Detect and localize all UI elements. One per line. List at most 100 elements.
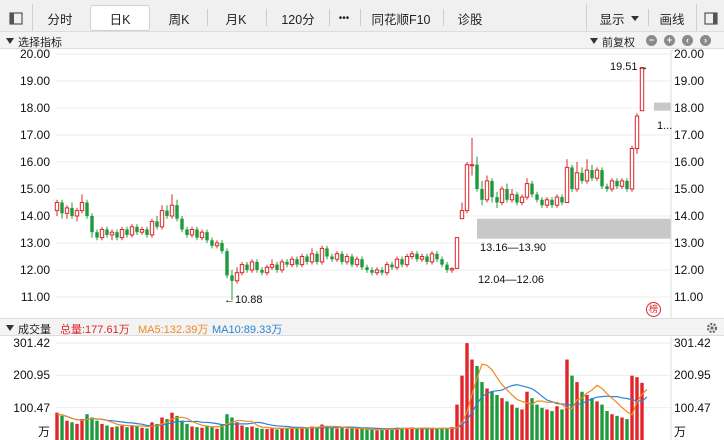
volume-bar: [355, 429, 359, 440]
rank-badge[interactable]: 榜: [646, 302, 661, 317]
volume-bar: [120, 424, 124, 440]
candle: [554, 194, 560, 208]
chevron-down-icon[interactable]: [590, 38, 598, 44]
volume-bar: [170, 412, 174, 440]
candle: [619, 178, 625, 189]
volume-bar: [130, 425, 134, 440]
volume-tick-label: 100.47: [674, 400, 711, 415]
candle: [289, 256, 295, 268]
candle: [469, 137, 475, 176]
volume-bar: [95, 420, 99, 440]
candlestick-chart[interactable]: [0, 50, 724, 318]
candle: [165, 205, 169, 219]
candle: [245, 261, 249, 273]
candle: [515, 191, 519, 206]
volume-bar: [180, 420, 184, 440]
zoom-in-icon[interactable]: +: [664, 35, 675, 46]
candle: [105, 226, 109, 238]
volume-bar: [340, 427, 344, 440]
volume-bar: [215, 428, 219, 440]
candle: [524, 178, 530, 200]
price-tick-label: 20.00: [674, 47, 705, 61]
candle: [199, 229, 205, 241]
candle: [330, 253, 334, 262]
volume-bar: [90, 417, 94, 440]
volume-bar: [85, 414, 89, 440]
tab-daily-k[interactable]: 日K: [90, 5, 150, 31]
tab-intraday[interactable]: 分时: [36, 5, 84, 31]
candle: [189, 226, 195, 238]
price-tick-label: 13.00: [19, 236, 50, 250]
volume-bar: [65, 420, 69, 440]
volume-header: 成交量 总量:177.61万 MA5:132.39万 MA10:89.33万: [0, 318, 724, 336]
window-icon[interactable]: [4, 5, 28, 31]
gap-zone-high: [654, 102, 671, 111]
zoom-out-icon[interactable]: −: [646, 35, 657, 46]
tab-weekly-k[interactable]: 周K: [153, 5, 205, 31]
volume-bar: [435, 428, 439, 440]
candle: [145, 226, 149, 238]
low-price-label: ←10.88: [224, 294, 263, 306]
volume-bar: [515, 407, 519, 440]
volume-bar: [250, 426, 254, 440]
candle: [334, 251, 340, 262]
volume-bar: [350, 427, 354, 440]
tab-f10[interactable]: 同花顺F10: [362, 5, 440, 31]
price-adjust-toggle[interactable]: 前复权: [602, 34, 635, 50]
candle: [580, 167, 584, 184]
window-icon[interactable]: [700, 5, 722, 31]
volume-indicator-label[interactable]: 成交量: [18, 321, 51, 337]
volume-unit-label: 万: [37, 425, 50, 439]
volume-bar: [420, 429, 424, 440]
candle: [639, 67, 645, 112]
draw-line-button[interactable]: 画线: [652, 5, 692, 31]
volume-bar: [290, 427, 294, 440]
candle: [85, 199, 89, 219]
candle: [445, 261, 449, 273]
candle: [149, 218, 155, 238]
volume-chart[interactable]: [0, 337, 724, 440]
candle: [325, 245, 329, 260]
volume-tick-label: 200.95: [13, 368, 50, 383]
price-tick-label: 15.00: [674, 182, 705, 196]
volume-bar: [640, 382, 644, 440]
volume-bar: [75, 423, 79, 440]
ma10-volume: MA10:89.33万: [212, 324, 283, 336]
volume-bar: [575, 382, 579, 440]
volume-bar: [135, 425, 139, 440]
price-tick-label: 15.00: [19, 182, 50, 196]
price-tick-label: 19.00: [674, 74, 705, 88]
candle: [590, 164, 594, 181]
volume-bar: [300, 427, 304, 440]
candle: [634, 113, 640, 154]
price-tick-label: 18.00: [19, 101, 50, 115]
tab-monthly-k[interactable]: 月K: [210, 5, 262, 31]
gear-icon[interactable]: [706, 322, 718, 334]
candle: [370, 267, 374, 276]
candle: [490, 178, 494, 203]
volume-bar: [185, 423, 189, 440]
volume-unit-label: 万: [674, 425, 687, 439]
candle: [540, 197, 544, 208]
candle: [64, 205, 70, 219]
candle: [90, 213, 94, 238]
volume-bar: [485, 388, 489, 440]
tab-diagnosis[interactable]: 诊股: [446, 5, 494, 31]
more-periods-button[interactable]: •••: [331, 5, 357, 31]
price-tick-label: 17.00: [674, 128, 705, 142]
candle: [459, 202, 465, 220]
display-menu-button[interactable]: 显示: [592, 5, 646, 31]
volume-bar: [450, 427, 454, 440]
volume-bar: [335, 428, 339, 440]
candle: [365, 264, 369, 273]
volume-bar: [260, 428, 264, 440]
scroll-left-icon[interactable]: ‹: [682, 35, 693, 46]
chevron-down-icon[interactable]: [6, 325, 14, 331]
candle: [574, 162, 580, 192]
scroll-right-icon[interactable]: ›: [700, 35, 711, 46]
candle: [360, 256, 364, 270]
tab-120-minute[interactable]: 120分: [270, 5, 326, 31]
volume-bar: [635, 377, 639, 440]
chevron-down-icon[interactable]: [6, 38, 14, 44]
volume-bar: [275, 429, 279, 440]
